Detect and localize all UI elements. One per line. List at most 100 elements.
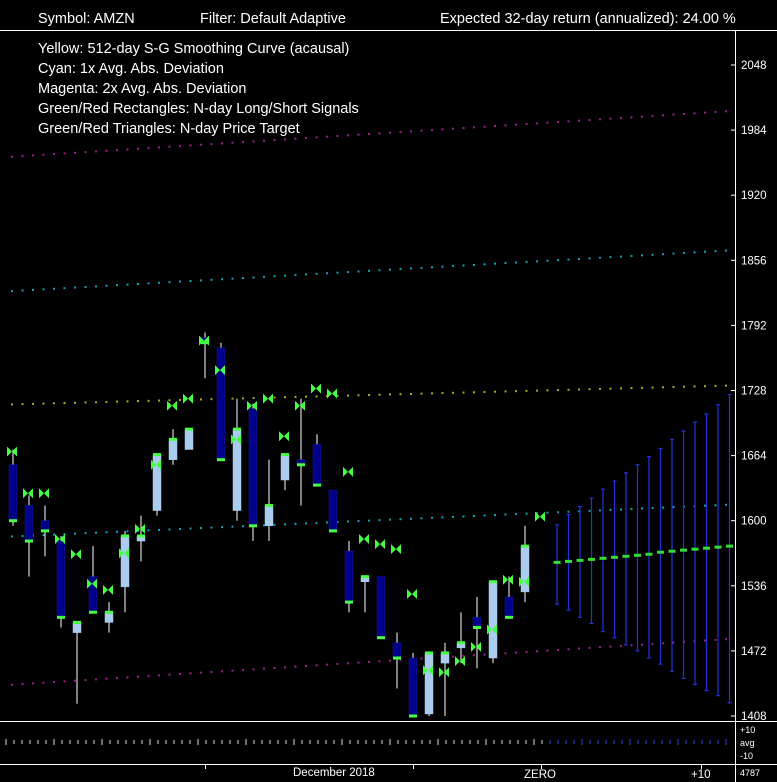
candle-down bbox=[392, 642, 402, 659]
smooth-curve-dot bbox=[21, 403, 24, 406]
candle-down bbox=[328, 489, 338, 532]
band2-upper-dot bbox=[242, 141, 244, 144]
price-target-marker bbox=[23, 488, 33, 499]
smooth-curve-dot bbox=[378, 393, 381, 396]
band1-upper-dot bbox=[21, 289, 24, 292]
close-marker bbox=[521, 544, 529, 548]
band1-upper-dot bbox=[389, 268, 391, 271]
price-target-marker bbox=[295, 400, 305, 411]
y-tick-label: 1792 bbox=[741, 320, 767, 332]
band1-upper-dot bbox=[179, 280, 181, 283]
smooth-curve-dot bbox=[651, 386, 654, 389]
band2-upper-dot bbox=[683, 112, 685, 115]
band2-upper-dot bbox=[210, 143, 213, 146]
band2-upper-dot bbox=[567, 120, 570, 123]
close-marker bbox=[57, 615, 65, 619]
band1-lower-dot bbox=[21, 534, 24, 537]
band2-lower-dot bbox=[546, 649, 549, 652]
band1-lower-dot bbox=[504, 513, 507, 516]
price-target-marker bbox=[263, 393, 273, 404]
band1-lower-dot bbox=[221, 526, 223, 529]
forecast-mid bbox=[553, 560, 561, 564]
smooth-curve-dot bbox=[168, 399, 171, 402]
smooth-curve-dot bbox=[567, 388, 570, 391]
smooth-curve-dot bbox=[420, 392, 423, 395]
candle-down bbox=[216, 347, 226, 460]
price-target-marker bbox=[167, 400, 177, 411]
band1-lower-dot bbox=[305, 522, 307, 525]
band1-upper-dot bbox=[620, 255, 622, 258]
forecast-mid bbox=[691, 547, 699, 551]
band1-lower-dot bbox=[546, 511, 549, 514]
smooth-curve-dot bbox=[200, 398, 202, 401]
close-marker bbox=[233, 427, 241, 431]
close-marker bbox=[505, 615, 513, 619]
band1-lower-dot bbox=[473, 514, 475, 517]
band2-upper-dot bbox=[515, 123, 517, 126]
close-marker bbox=[441, 651, 449, 655]
band2-upper-dot bbox=[452, 127, 454, 130]
y-tick-label: 2048 bbox=[741, 60, 767, 72]
smooth-curve-dot bbox=[357, 394, 360, 397]
smooth-curve-dot bbox=[620, 387, 622, 390]
band2-upper-dot bbox=[557, 120, 559, 123]
close-marker bbox=[9, 519, 17, 523]
band2-lower-dot bbox=[200, 671, 202, 674]
y-tick-label: 1472 bbox=[741, 646, 767, 658]
band2-lower-dot bbox=[84, 679, 87, 682]
band1-lower-dot bbox=[84, 532, 87, 535]
band2-upper-dot bbox=[462, 127, 465, 130]
osc-upper-label: +10 bbox=[740, 725, 755, 735]
candle-down bbox=[408, 657, 418, 717]
forecast-mid bbox=[714, 545, 722, 549]
band2-lower-dot bbox=[620, 644, 622, 647]
band2-lower-dot bbox=[242, 668, 244, 671]
band2-upper-dot bbox=[599, 118, 601, 121]
candles-layer bbox=[8, 332, 530, 718]
band2-lower-dot bbox=[42, 681, 45, 684]
band2-upper-dot bbox=[714, 110, 717, 113]
band1-upper-dot bbox=[662, 253, 664, 256]
candle-down bbox=[312, 444, 322, 486]
band1-lower-dot bbox=[147, 529, 150, 532]
close-marker bbox=[377, 636, 385, 640]
forecast-layer bbox=[553, 393, 733, 704]
forecast-mid bbox=[680, 548, 687, 552]
smooth-curve-dot bbox=[305, 395, 307, 398]
band1-lower-dot bbox=[347, 520, 349, 523]
band2-upper-dot bbox=[294, 137, 297, 140]
price-target-marker bbox=[391, 544, 401, 555]
band2-upper-dot bbox=[116, 149, 118, 152]
price-target-marker bbox=[279, 431, 289, 442]
osc-mid-label: avg bbox=[740, 738, 755, 748]
band2-upper-dot bbox=[53, 153, 55, 156]
close-marker bbox=[89, 610, 97, 614]
band1-lower-dot bbox=[231, 525, 234, 528]
band1-lower-dot bbox=[599, 509, 601, 512]
smooth-curve-dot bbox=[84, 401, 87, 404]
band2-upper-dot bbox=[326, 135, 328, 138]
smooth-curve-dot bbox=[525, 389, 528, 392]
band2-upper-dot bbox=[263, 139, 265, 142]
band2-upper-dot bbox=[725, 110, 727, 113]
candle-down bbox=[40, 520, 50, 532]
smooth-curve-dot bbox=[588, 388, 591, 391]
band2-lower-dot bbox=[473, 654, 475, 657]
candle-up bbox=[424, 652, 434, 715]
close-marker bbox=[73, 620, 81, 624]
band1-upper-dot bbox=[105, 284, 108, 287]
candle-up bbox=[264, 505, 274, 527]
band2-lower-dot bbox=[483, 653, 486, 656]
band1-upper-dot bbox=[32, 288, 34, 291]
price-target-marker bbox=[39, 488, 49, 499]
band1-upper-dot bbox=[210, 278, 213, 281]
band1-upper-dot bbox=[252, 276, 255, 279]
band1-upper-dot bbox=[599, 256, 601, 259]
y-tick-label: 1600 bbox=[741, 516, 767, 528]
x-label-zero: ZERO bbox=[524, 769, 556, 781]
band2-lower-dot bbox=[378, 660, 381, 663]
close-marker bbox=[121, 534, 129, 538]
band1-lower-dot bbox=[378, 519, 381, 522]
smooth-curve-dot bbox=[347, 394, 349, 397]
smooth-curve-dot bbox=[273, 396, 276, 399]
